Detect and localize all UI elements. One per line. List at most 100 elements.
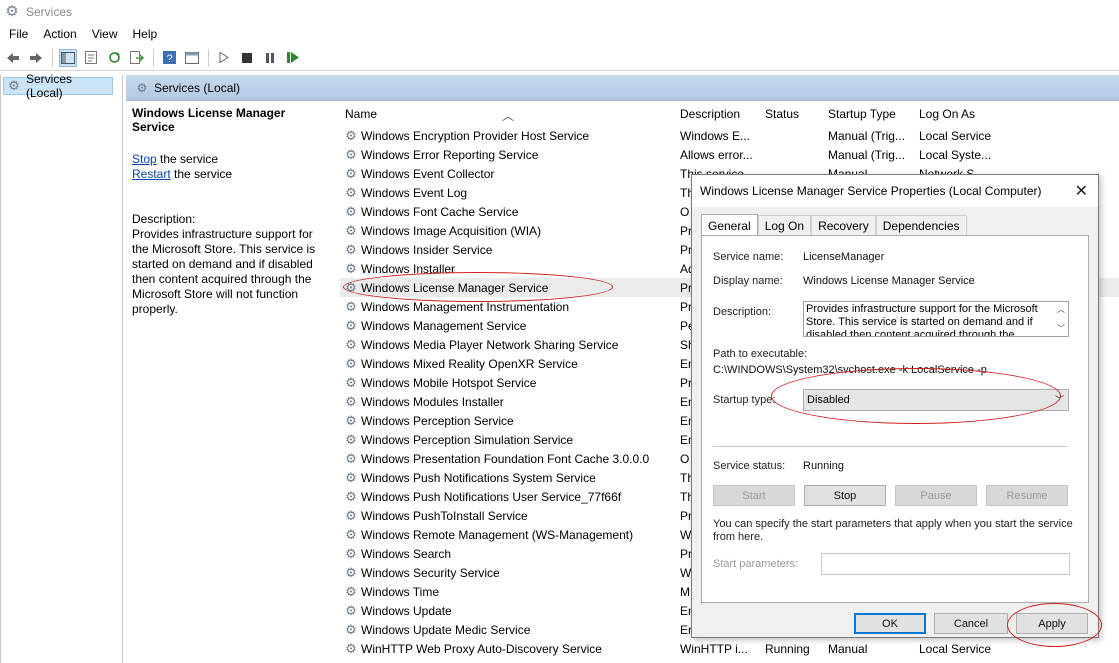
service-description-cell: Allows error...	[680, 147, 753, 162]
general-tab-panel: Service name: LicenseManager Display nam…	[701, 235, 1089, 603]
gear-icon: ⚙	[345, 279, 357, 295]
gear-icon: ⚙	[5, 3, 19, 20]
console-tree: ⚙ Services (Local)	[0, 72, 123, 663]
close-icon[interactable]: ✕	[1075, 181, 1088, 201]
service-name-cell: Windows Font Cache Service	[361, 204, 519, 219]
restart-service-link[interactable]: Restart	[132, 167, 171, 181]
column-header-log-on-as[interactable]: Log On As	[919, 107, 975, 121]
cancel-button[interactable]: Cancel	[934, 613, 1008, 634]
tree-item-services-local[interactable]: ⚙ Services (Local)	[3, 72, 113, 100]
ok-button[interactable]: OK	[854, 613, 926, 634]
service-name-cell: Windows Installer	[361, 261, 456, 276]
gear-icon: ⚙	[8, 78, 20, 93]
service-name-cell: Windows Update	[361, 603, 452, 618]
menu-file[interactable]: File	[9, 27, 28, 41]
service-name-cell: Windows Event Log	[361, 185, 468, 200]
service-startup-cell: Manual	[828, 641, 868, 656]
gear-icon: ⚙	[345, 146, 357, 162]
column-header-startup-type[interactable]: Startup Type	[828, 107, 896, 121]
gear-icon: ⚙	[345, 127, 357, 143]
tab-recovery[interactable]: Recovery	[811, 215, 876, 235]
gear-icon: ⚙	[345, 640, 357, 656]
show-tree-icon[interactable]	[59, 48, 77, 67]
service-logon-cell: Local Service	[919, 641, 992, 656]
chevron-down-icon[interactable]: ﹀	[1057, 322, 1065, 335]
service-name-cell: Windows Modules Installer	[361, 394, 504, 409]
pane-header-title: Services (Local)	[154, 80, 241, 95]
service-name-cell: Windows Push Notifications System Servic…	[361, 470, 596, 485]
table-row[interactable]: ⚙ WinHTTP Web Proxy Auto-Discovery Servic…	[340, 639, 1119, 658]
gear-icon: ⚙	[345, 602, 357, 618]
menu-action[interactable]: Action	[43, 27, 76, 41]
column-header-status[interactable]: Status	[765, 107, 799, 121]
service-description-cell: WinHTTP i...	[680, 641, 748, 656]
service-name-cell: Windows Error Reporting Service	[361, 147, 539, 162]
export-icon[interactable]	[128, 49, 146, 67]
gear-icon: ⚙	[345, 412, 357, 428]
window-title-bar: ⚙ Services	[0, 0, 1119, 24]
svg-text:?: ?	[166, 53, 172, 64]
service-name-cell: Windows Presentation Foundation Font Cac…	[361, 451, 650, 466]
service-name-cell: Windows Perception Service	[361, 413, 514, 428]
menu-view[interactable]: View	[92, 27, 118, 41]
chevron-up-icon[interactable]: ︿	[1057, 303, 1065, 316]
column-header-description[interactable]: Description	[680, 107, 740, 121]
service-name-cell: Windows Image Acquisition (WIA)	[361, 223, 542, 238]
service-name-cell: Windows Push Notifications User Service_…	[361, 489, 622, 504]
description-field[interactable]: Provides infrastructure support for the …	[803, 301, 1069, 337]
properties-icon[interactable]	[82, 49, 100, 67]
tab-log-on[interactable]: Log On	[757, 215, 812, 235]
service-name-cell: Windows Insider Service	[361, 242, 493, 257]
gear-icon: ⚙	[345, 621, 357, 637]
service-name-cell: Windows Media Player Network Sharing Ser…	[361, 337, 619, 352]
table-row[interactable]: ⚙ Windows Error Reporting Service Allows e…	[340, 145, 1119, 164]
dialog-title: Windows License Manager Service Properti…	[700, 184, 1042, 198]
gear-icon: ⚙	[345, 583, 357, 599]
column-header-name[interactable]: Name	[345, 107, 377, 121]
view-icon[interactable]	[183, 49, 201, 67]
tree-item-label: Services (Local)	[26, 72, 73, 100]
gear-icon: ⚙	[345, 526, 357, 542]
table-row[interactable]: ⚙ Windows Encryption Provider Host Servic…	[340, 126, 1119, 145]
service-name-cell: Windows Mixed Reality OpenXR Service	[361, 356, 578, 371]
path-label: Path to executable:	[713, 348, 808, 360]
gear-icon: ⚙	[345, 336, 357, 352]
menu-bar: File Action View Help	[0, 24, 1119, 44]
description-scrollbar[interactable]: ︿ ﹀	[1055, 303, 1067, 335]
apply-button[interactable]: Apply	[1016, 613, 1088, 634]
display-name-value: Windows License Manager Service	[803, 275, 975, 287]
service-name-label: Service name:	[713, 251, 784, 263]
stop-link-suffix: the service	[156, 152, 219, 166]
start-params-input[interactable]	[821, 553, 1070, 575]
startup-type-select[interactable]: Disabled ﹀	[803, 389, 1069, 411]
pause-icon[interactable]	[261, 49, 279, 67]
stop-icon[interactable]	[238, 49, 256, 67]
menu-help[interactable]: Help	[133, 27, 158, 41]
service-name-cell: Windows Search	[361, 546, 452, 561]
tab-dependencies[interactable]: Dependencies	[875, 215, 967, 235]
stop-service-link[interactable]: Stop	[132, 152, 157, 166]
refresh-icon[interactable]	[105, 49, 123, 67]
service-name-cell: Windows Encryption Provider Host Service	[361, 128, 590, 143]
pause-button[interactable]: Pause	[895, 485, 977, 506]
service-logon-cell: Local Service	[919, 128, 992, 143]
start-button[interactable]: Start	[713, 485, 795, 506]
help-icon[interactable]: ?	[160, 49, 178, 67]
resume-icon[interactable]	[284, 49, 302, 67]
stop-button[interactable]: Stop	[804, 485, 886, 506]
gear-icon: ⚙	[345, 431, 357, 447]
service-description-cell: Windows E...	[680, 128, 751, 143]
forward-icon[interactable]	[27, 49, 45, 67]
gear-icon: ⚙	[345, 222, 357, 238]
window-title: Services	[26, 5, 73, 19]
resume-button[interactable]: Resume	[986, 485, 1068, 506]
startup-type-label: Startup type:	[713, 394, 776, 406]
gear-icon: ⚙	[345, 469, 357, 485]
toolbar-separator	[208, 48, 209, 67]
description-field-text: Provides infrastructure support for the …	[806, 303, 1038, 337]
back-icon[interactable]	[4, 49, 22, 67]
service-name-cell: Windows Mobile Hotspot Service	[361, 375, 537, 390]
play-icon[interactable]	[215, 49, 233, 67]
tab-general[interactable]: General	[701, 214, 758, 236]
chevron-down-icon: ﹀	[1054, 395, 1064, 405]
